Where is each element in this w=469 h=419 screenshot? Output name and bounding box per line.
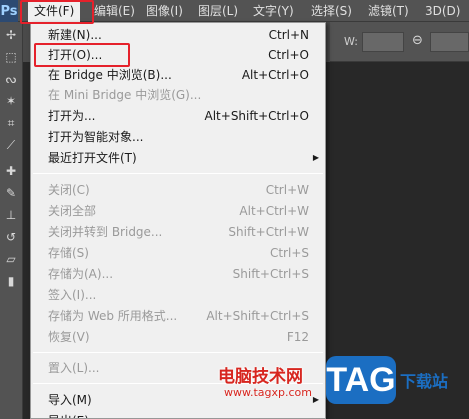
menu-image[interactable]: 图像(I) <box>146 0 183 22</box>
menu-item-open-as[interactable]: 打开为... Alt+Shift+Ctrl+O <box>31 106 325 126</box>
options-bar: W: ⊖ <box>330 22 469 62</box>
healing-brush-icon[interactable]: ✚ <box>2 162 20 180</box>
menu-3d[interactable]: 3D(D) <box>425 0 460 22</box>
submenu-arrow-icon: ▶ <box>312 153 319 162</box>
menu-item-close-all: 关闭全部 Alt+Ctrl+W <box>48 204 309 218</box>
menu-separator <box>33 352 323 353</box>
clone-stamp-icon[interactable]: ⊥ <box>2 206 20 224</box>
menu-item-browse-bridge[interactable]: 在 Bridge 中浏览(B)... Alt+Ctrl+O <box>31 65 325 85</box>
menu-item-check-in: 签入(I)... <box>48 288 97 302</box>
history-brush-icon[interactable]: ↺ <box>2 228 20 246</box>
crop-icon[interactable]: ⌗ <box>2 114 20 132</box>
menu-item-recent-files[interactable]: 最近打开文件(T) ▶ <box>31 148 325 168</box>
watermark-badge: TAG <box>326 356 396 404</box>
width-field[interactable] <box>362 32 404 52</box>
menu-item-save: 存储(S) Ctrl+S <box>48 246 309 260</box>
watermark-title: 电脑技术网 <box>218 367 303 387</box>
photoshop-logo: Ps <box>0 0 18 22</box>
menu-item-save-for-web: 存储为 Web 所用格式... Alt+Shift+Ctrl+S <box>48 309 309 323</box>
menu-item-new[interactable]: 新建(N)... Ctrl+N <box>31 25 325 45</box>
menu-item-close-go-bridge: 关闭并转到 Bridge... Shift+Ctrl+W <box>48 225 309 239</box>
menu-item-save-as: 存储为(A)... Shift+Ctrl+S <box>48 267 309 281</box>
file-menu-dropdown: 新建(N)... Ctrl+N 打开(O)... Ctrl+O 在 Bridge… <box>30 22 326 419</box>
menu-item-close: 关闭(C) Ctrl+W <box>48 183 309 197</box>
submenu-arrow-icon: ▶ <box>312 395 319 404</box>
menu-select[interactable]: 选择(S) <box>311 0 352 22</box>
marquee-icon[interactable]: ⬚ <box>2 48 20 66</box>
menu-item-open[interactable]: 打开(O)... Ctrl+O <box>31 45 325 65</box>
eraser-icon[interactable]: ▱ <box>2 250 20 268</box>
gradient-icon[interactable]: ▮ <box>2 272 20 290</box>
magic-wand-icon[interactable]: ✶ <box>2 92 20 110</box>
menu-bar: Ps 文件(F) 编辑(E) 图像(I) 图层(L) 文字(Y) 选择(S) 滤… <box>0 0 469 22</box>
menu-filter[interactable]: 滤镜(T) <box>368 0 409 22</box>
move-icon[interactable]: ✢ <box>2 26 20 44</box>
height-field[interactable] <box>430 32 469 52</box>
tools-panel: ✢ ⬚ ᔓ ✶ ⌗ ⟋ ✚ ✎ ⊥ ↺ ▱ ▮ <box>0 22 23 419</box>
eyedropper-icon[interactable]: ⟋ <box>2 136 20 154</box>
menu-file[interactable]: 文件(F) <box>28 0 81 22</box>
menu-item-revert: 恢复(V) F12 <box>48 330 309 344</box>
menu-separator <box>33 173 323 174</box>
menu-edit[interactable]: 编辑(E) <box>94 0 135 22</box>
link-icon[interactable]: ⊖ <box>412 33 423 48</box>
lasso-icon[interactable]: ᔓ <box>2 70 20 88</box>
watermark-url: www.tagxp.com <box>224 386 312 399</box>
menu-item-open-smart-object[interactable]: 打开为智能对象... <box>31 127 325 147</box>
menu-type[interactable]: 文字(Y) <box>253 0 294 22</box>
menu-layer[interactable]: 图层(L) <box>198 0 238 22</box>
menu-item-export[interactable]: 导出(E) ▶ <box>31 411 325 418</box>
brush-icon[interactable]: ✎ <box>2 184 20 202</box>
submenu-arrow-icon: ▶ <box>313 411 319 418</box>
watermark-suffix: 下载站 <box>400 372 449 391</box>
width-label: W: <box>344 35 358 48</box>
menu-item-browse-mini-bridge: 在 Mini Bridge 中浏览(G)... <box>48 88 202 102</box>
